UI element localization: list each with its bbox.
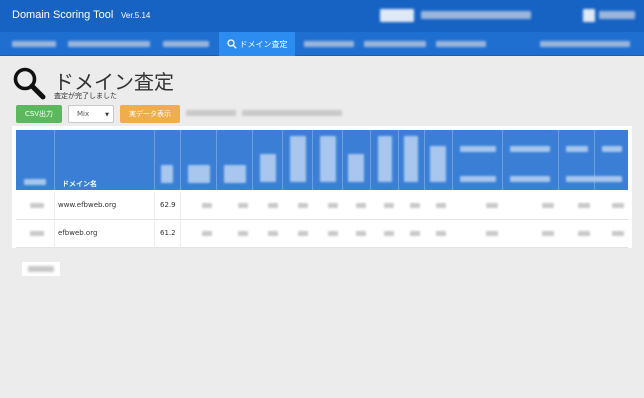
nav-item[interactable] xyxy=(540,41,630,47)
nav-item[interactable] xyxy=(163,41,209,47)
metric-cell xyxy=(542,203,554,208)
nav-item-domain-assessment[interactable]: ドメイン査定 xyxy=(219,32,295,56)
nav-item[interactable] xyxy=(68,41,150,47)
mix-select[interactable]: Mix ▼ xyxy=(68,105,114,123)
metric-cell xyxy=(410,203,420,208)
column-header[interactable] xyxy=(320,136,336,182)
column-header[interactable] xyxy=(510,176,550,182)
domain-cell[interactable]: www.efbweb.org xyxy=(58,201,116,209)
metric-cell xyxy=(202,231,212,236)
nav-item[interactable] xyxy=(304,41,354,47)
metric-cell xyxy=(612,203,624,208)
real-data-button[interactable]: 実データ表示 xyxy=(120,105,180,123)
row-index xyxy=(30,231,44,236)
main-nav: ドメイン査定 xyxy=(0,32,644,56)
user-menu-icon[interactable] xyxy=(583,9,595,22)
footer-link[interactable] xyxy=(22,262,60,276)
column-header[interactable] xyxy=(290,136,306,182)
metric-cell xyxy=(542,231,554,236)
metric-cell xyxy=(578,231,590,236)
nav-item[interactable] xyxy=(12,41,56,47)
column-header[interactable] xyxy=(566,146,588,152)
column-header-domain[interactable]: ドメイン名 xyxy=(62,179,97,189)
column-header[interactable] xyxy=(348,154,364,182)
app-version: Ver.5.14 xyxy=(121,11,151,20)
metric-cell xyxy=(328,203,338,208)
table-row: efbweb.org 61.2 xyxy=(16,220,628,248)
column-header[interactable] xyxy=(161,165,173,183)
row-index xyxy=(30,203,44,208)
metric-cell xyxy=(384,203,394,208)
score-cell: 62.9 xyxy=(160,201,176,209)
metric-cell xyxy=(298,203,308,208)
nav-active-label: ドメイン査定 xyxy=(239,39,288,49)
nav-item[interactable] xyxy=(364,41,426,47)
column-header[interactable] xyxy=(510,146,550,152)
csv-export-button[interactable]: CSV出力 xyxy=(16,105,62,123)
metric-cell xyxy=(356,203,366,208)
user-avatar[interactable] xyxy=(380,9,414,22)
user-name[interactable] xyxy=(599,11,635,19)
mix-select-value: Mix xyxy=(77,110,90,118)
metric-cell xyxy=(612,231,624,236)
column-header[interactable] xyxy=(460,146,496,152)
metric-cell xyxy=(486,203,498,208)
status-message: 査定が完了しました xyxy=(54,92,117,100)
metric-cell xyxy=(298,231,308,236)
account-info xyxy=(421,11,531,19)
domain-cell[interactable]: efbweb.org xyxy=(58,229,97,237)
nav-item[interactable] xyxy=(436,41,486,47)
metric-cell xyxy=(410,231,420,236)
metric-cell xyxy=(436,203,446,208)
metric-cell xyxy=(384,231,394,236)
metric-cell xyxy=(328,231,338,236)
app-header: Domain Scoring Tool Ver.5.14 xyxy=(0,0,644,32)
metric-cell xyxy=(202,203,212,208)
footer-link-text xyxy=(28,266,54,272)
column-header[interactable] xyxy=(404,136,418,182)
search-icon xyxy=(13,67,46,100)
metric-cell xyxy=(356,231,366,236)
info-text xyxy=(186,110,236,116)
metric-cell xyxy=(486,231,498,236)
column-header[interactable] xyxy=(224,165,246,183)
app-title: Domain Scoring Tool xyxy=(12,9,114,21)
metric-cell xyxy=(268,231,278,236)
column-header[interactable] xyxy=(460,176,496,182)
metric-cell xyxy=(238,203,248,208)
column-header[interactable] xyxy=(188,165,210,183)
column-header[interactable] xyxy=(602,146,622,152)
score-cell: 61.2 xyxy=(160,229,176,237)
column-header[interactable] xyxy=(566,176,622,182)
column-header[interactable] xyxy=(260,154,276,182)
search-icon xyxy=(226,39,237,49)
column-header[interactable] xyxy=(24,179,46,185)
metric-cell xyxy=(238,231,248,236)
metric-cell xyxy=(436,231,446,236)
metric-cell xyxy=(268,203,278,208)
table-row: www.efbweb.org 62.9 xyxy=(16,192,628,220)
column-header[interactable] xyxy=(378,136,392,182)
info-text xyxy=(242,110,342,116)
table-header: ドメイン名 xyxy=(16,130,628,190)
results-table: ドメイン名 www.efbweb.org 62.9 efbweb.org 61.… xyxy=(12,126,632,248)
chevron-down-icon: ▼ xyxy=(105,112,109,118)
column-header[interactable] xyxy=(430,146,446,182)
metric-cell xyxy=(578,203,590,208)
